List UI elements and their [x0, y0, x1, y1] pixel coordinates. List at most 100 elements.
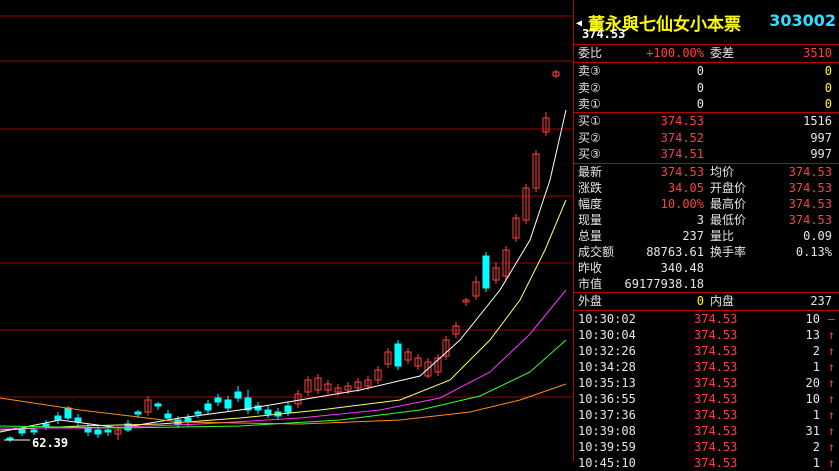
moving-average-line [0, 383, 567, 425]
candle-body [194, 411, 202, 415]
tick-row: 10:45:10 374.53 1 ↑ [574, 455, 838, 471]
moving-average-line [0, 109, 567, 433]
candle-body [54, 415, 62, 421]
quote-label-2: 量比 [710, 229, 735, 243]
quote-label-2: 换手率 [710, 245, 747, 259]
tick-time: 10:36:55 [578, 392, 636, 406]
flow-row: 外盘 0 内盘 237 [578, 294, 832, 308]
tick-volume: 1 [812, 456, 820, 470]
tick-row: 10:30:04 374.53 13 ↑ [574, 327, 838, 343]
tick-price: 374.53 [694, 344, 738, 358]
tick-direction-icon: ↑ [827, 376, 835, 390]
candle-body [164, 413, 172, 419]
quote-value: 10.00% [660, 197, 704, 211]
tick-price: 374.53 [694, 424, 738, 438]
candle-body [94, 429, 102, 435]
buys-price: 374.51 [660, 147, 704, 161]
quote-row: 市值 69177938.18 [574, 276, 838, 292]
chart-canvas[interactable] [0, 0, 572, 461]
tick-row: 10:36:55 374.53 10 ↑ [574, 391, 838, 407]
candle-body [84, 427, 92, 433]
sells-row: 卖① 0 0 [574, 96, 838, 112]
tick-volume: 2 [812, 440, 820, 454]
tick-volume: 10 [805, 312, 820, 326]
low-price-label: 62.39 [32, 436, 69, 450]
quote-label: 幅度 [578, 197, 603, 211]
tick-volume: 20 [805, 376, 820, 390]
candlestick-chart[interactable]: 62.39 [0, 0, 572, 461]
tick-price: 374.53 [694, 456, 738, 470]
moving-average-line [0, 289, 567, 429]
quote-label-2: 最低价 [710, 213, 747, 227]
buys-volume: 1516 [803, 114, 832, 128]
buys-price: 374.52 [660, 130, 704, 145]
quote-value: 69177938.18 [624, 277, 704, 291]
tick-direction-icon: ↑ [827, 456, 835, 470]
sells-volume: 0 [824, 64, 832, 78]
buys-volume: 997 [810, 147, 832, 161]
tick-price: 374.53 [694, 360, 738, 374]
quote-value-2: 374.53 [788, 181, 832, 195]
tick-time: 10:39:08 [578, 424, 636, 438]
quote-value: 340.48 [660, 261, 704, 275]
candle-body [224, 399, 232, 409]
candle-body [214, 397, 222, 403]
quote-row: 现量 3 最低价 374.53 [574, 212, 838, 228]
tick-volume: 1 [812, 408, 820, 422]
quote-row: 涨跌 34.05 开盘价 374.53 [574, 180, 838, 196]
candle-body [134, 411, 142, 415]
quote-row: 总量 237 量比 0.09 [574, 228, 838, 244]
quote-row: 最新 374.53 均价 374.53 [574, 164, 838, 180]
tick-volume: 31 [805, 424, 820, 438]
tick-row: 10:30:02 374.53 10 — [574, 311, 838, 327]
tick-direction-icon: ↑ [827, 440, 835, 454]
candle-body [74, 417, 82, 423]
tick-row: 10:39:59 374.53 2 ↑ [574, 439, 838, 455]
tick-direction-icon: ↑ [827, 344, 835, 358]
tick-direction-icon: ↑ [827, 408, 835, 422]
buys-volume: 997 [810, 130, 832, 145]
tick-time: 10:37:36 [578, 408, 636, 422]
buys-row: 买① 374.53 1516 [574, 113, 838, 129]
tick-volume: 13 [805, 328, 820, 342]
quote-value: 34.05 [667, 181, 704, 195]
sells-volume: 0 [824, 97, 832, 111]
tick-time: 10:30:02 [578, 312, 636, 326]
tick-price: 374.53 [694, 392, 738, 406]
quote-value-2: 374.53 [788, 213, 832, 227]
tick-row: 10:37:36 374.53 1 ↑ [574, 407, 838, 423]
tick-row: 10:35:13 374.53 20 ↑ [574, 375, 838, 391]
stock-code: 303002 [769, 11, 836, 30]
quote-value-2: 374.53 [788, 165, 832, 179]
buys-price: 374.53 [660, 114, 704, 128]
buys-label: 买② [578, 130, 601, 145]
tick-time: 10:32:26 [578, 344, 636, 358]
candle-body [64, 407, 72, 419]
tick-volume: 1 [812, 360, 820, 374]
quote-row: 昨收 340.48 [574, 260, 838, 276]
tick-price: 374.53 [694, 312, 738, 326]
candle-body [204, 403, 212, 411]
candle-body [154, 403, 162, 407]
sells-row: 卖③ 0 0 [574, 63, 838, 79]
quote-panel: ◀ 董永與七仙女小本票 303002 374.53 委比 +100.00% 委差… [573, 0, 839, 470]
tick-time: 10:30:04 [578, 328, 636, 342]
candle-body [30, 429, 38, 433]
quote-value-2: 0.09 [803, 229, 832, 243]
candle-body [104, 429, 112, 433]
tick-row: 10:32:26 374.53 2 ↑ [574, 343, 838, 359]
sells-label: 卖③ [578, 64, 601, 78]
sells-price: 0 [696, 97, 704, 111]
candle-body [394, 343, 402, 367]
tick-time: 10:45:10 [578, 456, 636, 470]
quote-value: 88763.61 [646, 245, 704, 259]
tick-direction-icon: ↑ [827, 392, 835, 406]
sells-price: 0 [696, 64, 704, 78]
quote-value: 3 [696, 213, 704, 227]
tick-row: 10:34:28 374.53 1 ↑ [574, 359, 838, 375]
candle-body [42, 423, 50, 427]
moving-average-line [0, 339, 567, 429]
quote-label-2: 最高价 [710, 197, 747, 211]
candle-body [284, 405, 292, 413]
sells-row: 卖② 0 0 [574, 80, 838, 96]
